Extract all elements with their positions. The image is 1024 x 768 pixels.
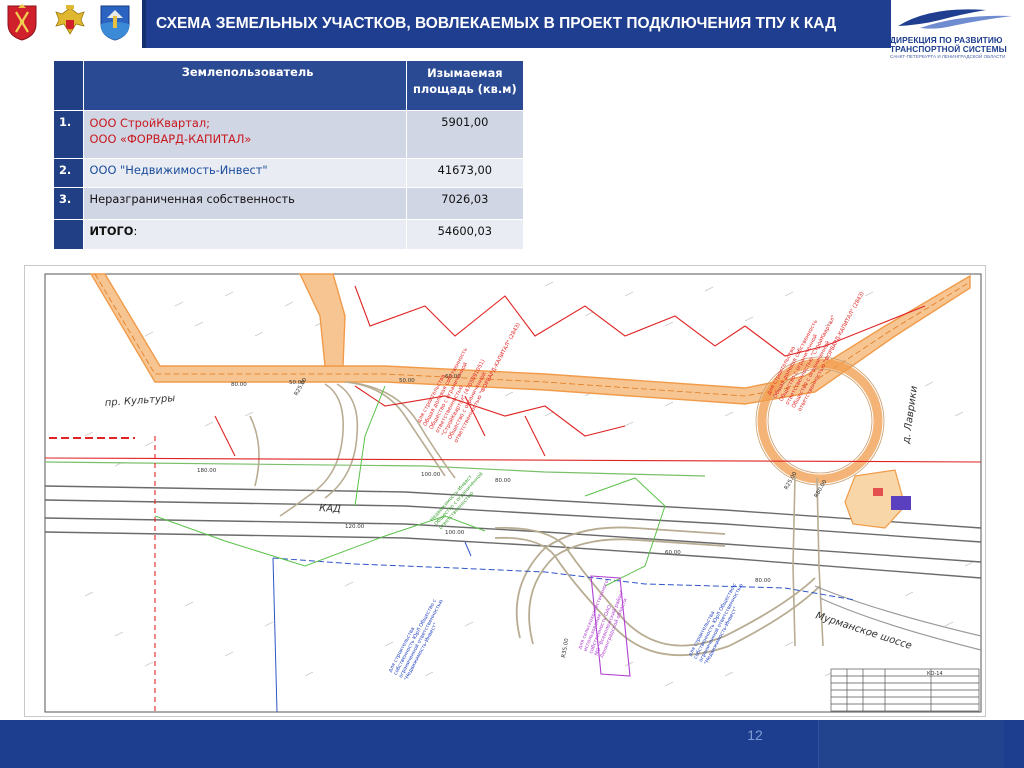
russia-coat-of-arms-icon (55, 5, 85, 35)
title-bar: СХЕМА ЗЕМЕЛЬНЫХ УЧАСТКОВ, ВОВЛЕКАЕМЫХ В … (142, 0, 891, 48)
table-row-total: ИТОГО: 54600,03 (53, 219, 525, 250)
header-user-cell: Землепользователь (82, 60, 407, 111)
row-area: 41673,00 (405, 158, 525, 188)
label-kad: КАД (319, 503, 341, 515)
spb-coat-of-arms-icon (7, 4, 37, 41)
row-user: ИТОГО: (82, 219, 407, 250)
row-area: 54600,03 (405, 219, 525, 250)
drawing-stamp: КО-14 (830, 668, 980, 712)
row-user-line: ООО «ФОРВАРД-КАПИТАЛ» (89, 132, 252, 146)
tpu-site (844, 469, 911, 529)
annotation-blue-b: для строительства собственность ЮрЛ Обще… (687, 582, 744, 666)
dim-label: R35.00 (561, 638, 570, 659)
row-area: 5901,00 (405, 110, 525, 159)
row-num: 1. (53, 110, 84, 159)
row-num: 2. (53, 158, 84, 188)
coat-of-arms-group (0, 0, 142, 48)
dim-label: 50.00 (399, 378, 415, 384)
green-parcel-lines (154, 385, 666, 587)
logo-line-2: ТРАНСПОРТНОЙ СИСТЕМЫ (890, 44, 1007, 54)
table-header-row: Землепользователь Изымаемая площадь (кв.… (53, 60, 525, 111)
dim-label: 60.00 (665, 550, 681, 556)
page-number: 12 (747, 727, 763, 743)
dim-label: 80.00 (231, 382, 247, 388)
dim-label: 120.00 (345, 524, 365, 530)
dim-label: 80.00 (495, 478, 511, 484)
row-user: Неразграниченная собственность (82, 187, 407, 220)
footer-bar: 12 (0, 720, 1024, 768)
interchange-ramps-left (249, 381, 456, 517)
annotation-blue-a: для строительства собственность ЮрЛ Обще… (387, 598, 444, 682)
row-user: ООО "Недвижимость-Инвест" (82, 158, 407, 188)
site-plan-map: пр. Культуры КАД Мурманское шоссе д. Лав… (24, 265, 986, 717)
directorate-logo: ДИРЕКЦИЯ ПО РАЗВИТИЮ ТРАНСПОРТНОЙ СИСТЕМ… (890, 4, 1020, 68)
label-murmanskoe: Мурманское шоссе (814, 610, 913, 652)
row-num: 3. (53, 187, 84, 220)
red-boundaries (44, 285, 982, 712)
label-kultury: пр. Культуры (104, 393, 175, 409)
row-num (53, 219, 84, 250)
leningrad-oblast-coat-of-arms-icon (100, 5, 130, 41)
stamp-sheet: КО-14 (927, 671, 943, 677)
dim-label: 100.00 (421, 472, 441, 478)
page-title: СХЕМА ЗЕМЕЛЬНЫХ УЧАСТКОВ, ВОВЛЕКАЕМЫХ В … (156, 15, 837, 32)
header-area-cell: Изымаемая площадь (кв.м) (405, 60, 525, 111)
dim-label: 80.00 (755, 578, 771, 584)
table-row: 1. ООО СтройКвартал; ООО «ФОРВАРД-КАПИТА… (53, 110, 525, 159)
swoosh-logo-icon (898, 9, 1012, 29)
footer-panel (818, 720, 1004, 768)
row-user-line: ООО СтройКвартал; (89, 116, 210, 130)
kad-road (44, 485, 982, 579)
annotation-line: Общество с ограниченной (433, 470, 485, 527)
land-parcels-table: Землепользователь Изымаемая площадь (кв.… (53, 60, 525, 250)
table-row: 3. Неразграниченная собственность 7026,0… (53, 187, 525, 220)
table-row: 2. ООО "Недвижимость-Инвест" 41673,00 (53, 158, 525, 188)
dim-label: 180.00 (197, 468, 217, 474)
logo-line-3: САНКТ-ПЕТЕРБУРГА И ЛЕНИНГРАДСКОЙ ОБЛАСТИ (890, 54, 1006, 59)
row-user: ООО СтройКвартал; ООО «ФОРВАРД-КАПИТАЛ» (82, 110, 407, 159)
total-label: ИТОГО (89, 224, 134, 238)
row-area: 7026,03 (405, 187, 525, 220)
header-num-cell (53, 60, 84, 111)
service-road (44, 461, 706, 477)
dim-label: 100.00 (445, 530, 465, 536)
label-lavriki: д. Лаврики (901, 385, 920, 446)
